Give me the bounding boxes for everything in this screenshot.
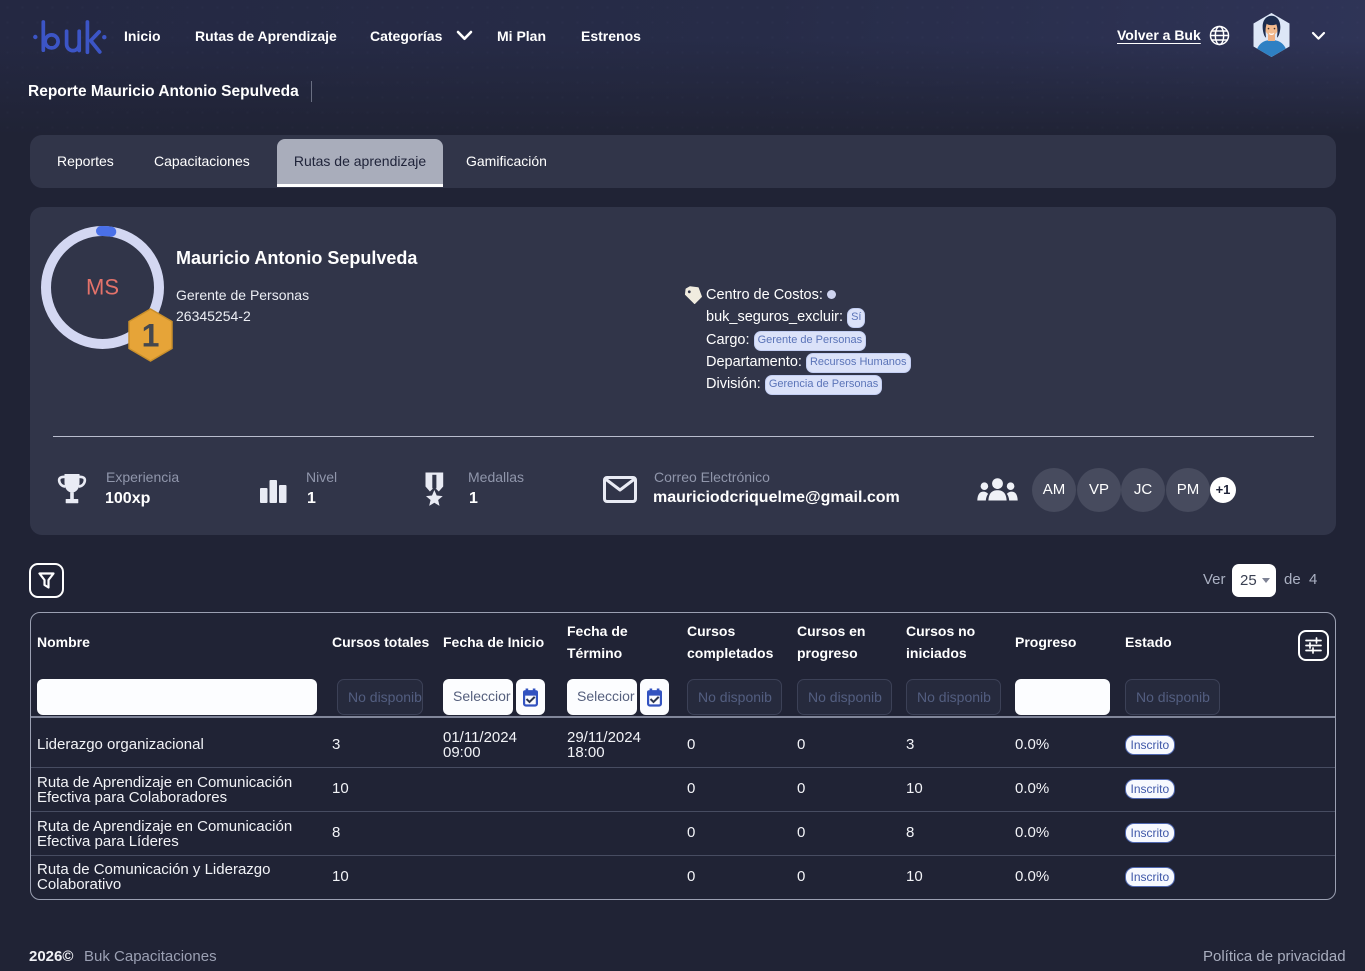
svg-text:MS: MS [86,275,119,300]
svg-text:1: 1 [142,318,160,354]
